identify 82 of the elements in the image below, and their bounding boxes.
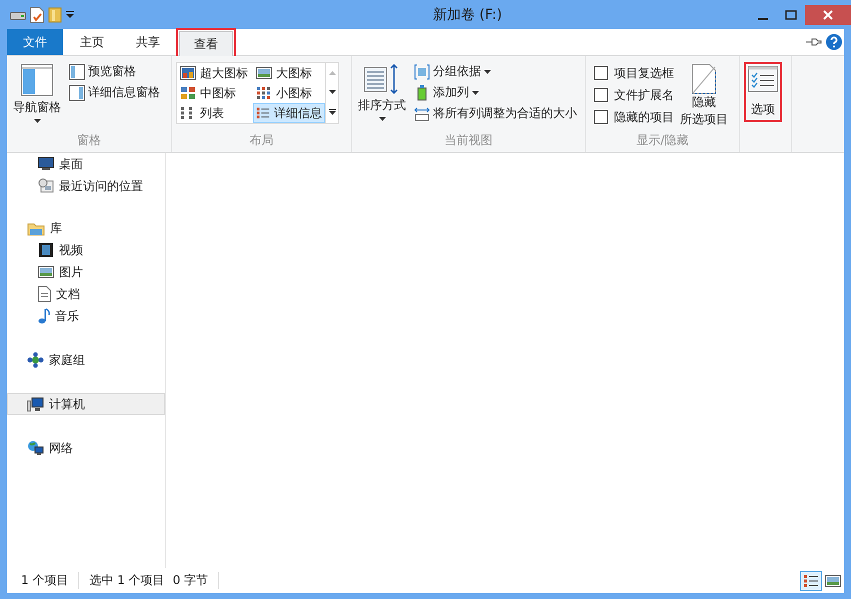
options-button[interactable]: 选项 <box>744 62 782 122</box>
layout-option[interactable]: 中图标 <box>177 83 253 103</box>
ribbon-tab[interactable]: 文件 <box>7 29 63 55</box>
drive-icon <box>10 10 26 20</box>
group-label: 当前视图 <box>444 132 494 149</box>
details-icon <box>256 106 270 120</box>
sort-icon <box>364 64 400 94</box>
layout-option[interactable]: 列表 <box>177 103 253 123</box>
caret-icon <box>484 70 491 74</box>
group-label: 窗格 <box>76 132 102 149</box>
dropdown-icon <box>66 10 74 18</box>
close-button[interactable] <box>805 4 851 24</box>
sort-by-button[interactable]: 排序方式 <box>356 62 408 132</box>
size-columns-button[interactable]: 将所有列调整为合适的大小 <box>412 104 579 123</box>
caret-icon <box>34 119 40 123</box>
checkbox[interactable]: 项目复选框 <box>594 62 674 84</box>
scroll-up-icon <box>328 70 336 75</box>
large-icons-icon <box>256 66 272 80</box>
properties-button[interactable] <box>28 6 46 24</box>
folder-icon <box>48 6 62 22</box>
layout-option[interactable]: 小图标 <box>253 83 325 103</box>
details-icon <box>803 574 819 588</box>
maximize-icon <box>785 10 797 20</box>
selection-size: 0 字节 <box>172 572 220 589</box>
small-icons-icon <box>256 86 272 100</box>
checkbox[interactable]: 文件扩展名 <box>594 84 674 106</box>
nav-item[interactable]: 网络 <box>7 437 165 459</box>
options-icon <box>748 66 778 92</box>
navigation-pane-button[interactable]: 导航窗格 <box>11 62 63 132</box>
details-view-button[interactable] <box>800 570 822 590</box>
group-by-icon <box>414 64 430 80</box>
computer-icon <box>27 396 44 412</box>
group-label: 显示/隐藏 <box>635 132 690 149</box>
group-label: 布局 <box>248 132 274 149</box>
nav-item[interactable]: 计算机 <box>7 393 165 415</box>
nav-item[interactable]: 最近访问的位置 <box>7 175 165 197</box>
homegroup-icon <box>27 352 44 368</box>
document-icon <box>38 286 51 302</box>
ribbon-tab[interactable]: 查看 <box>179 31 233 57</box>
customize-button[interactable] <box>64 10 76 20</box>
hide-selected-button[interactable]: 隐藏 所选项目 <box>678 62 730 132</box>
network-icon <box>27 440 44 456</box>
navigation-pane-icon <box>21 64 53 96</box>
medium-icons-icon <box>180 86 196 100</box>
nav-item[interactable]: 库 <box>7 217 165 239</box>
checkbox[interactable]: 隐藏的项目 <box>594 106 674 128</box>
music-note-icon <box>38 308 50 324</box>
scroll-down-icon <box>328 90 336 94</box>
item-count: 1 个项目 <box>21 572 80 589</box>
expand-gallery-icon <box>328 109 336 116</box>
layout-option[interactable]: 详细信息 <box>253 103 325 123</box>
nav-item[interactable]: 音乐 <box>7 305 165 327</box>
group-by-button[interactable]: 分组依据 <box>412 62 579 81</box>
layout-option[interactable]: 大图标 <box>253 63 325 83</box>
caret-icon <box>378 117 386 121</box>
nav-item[interactable]: 桌面 <box>7 153 165 175</box>
extra-large-icons-icon <box>180 66 196 80</box>
film-icon <box>38 242 54 258</box>
preview-pane-button[interactable]: 预览窗格 <box>67 62 162 81</box>
pin-icon <box>806 37 822 47</box>
recent-places-icon <box>38 178 54 194</box>
picture-icon <box>38 265 54 279</box>
minimize-icon <box>758 18 768 20</box>
nav-item[interactable]: 文档 <box>7 283 165 305</box>
large-icons-icon <box>825 574 841 588</box>
close-icon <box>823 10 833 20</box>
caret-icon <box>472 90 479 94</box>
details-pane-icon <box>69 84 85 100</box>
size-columns-icon <box>414 106 430 122</box>
add-columns-button[interactable]: 添加列 <box>412 83 579 102</box>
hidden-document-icon <box>692 64 716 94</box>
preview-pane-icon <box>69 64 85 80</box>
window-title: 新加卷 (F:) <box>432 6 504 24</box>
monitor-icon <box>38 157 54 171</box>
selection-count: 选中 1 个项目 <box>89 572 166 589</box>
details-pane-button[interactable]: 详细信息窗格 <box>67 83 162 102</box>
layout-option[interactable]: 超大图标 <box>177 63 253 83</box>
document-check-icon <box>30 6 44 22</box>
nav-item[interactable]: 图片 <box>7 261 165 283</box>
nav-item[interactable]: 家庭组 <box>7 349 165 371</box>
folder-icon <box>27 220 45 236</box>
nav-item[interactable]: 视频 <box>7 239 165 261</box>
